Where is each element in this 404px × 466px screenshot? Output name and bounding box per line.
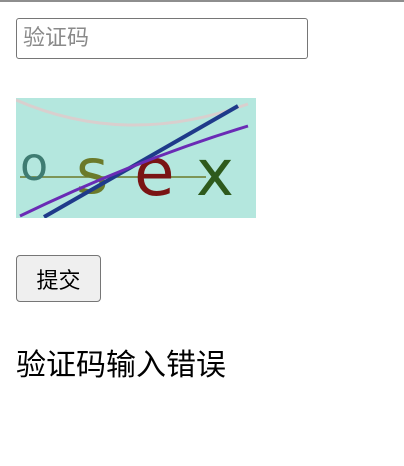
submit-button[interactable]: 提交 xyxy=(16,255,101,302)
top-divider xyxy=(0,0,404,2)
captcha-char: x xyxy=(196,137,234,211)
captcha-input[interactable] xyxy=(16,18,308,59)
captcha-image: o s e x xyxy=(16,98,256,218)
captcha-char: o xyxy=(20,137,48,191)
error-message: 验证码输入错误 xyxy=(16,348,226,383)
